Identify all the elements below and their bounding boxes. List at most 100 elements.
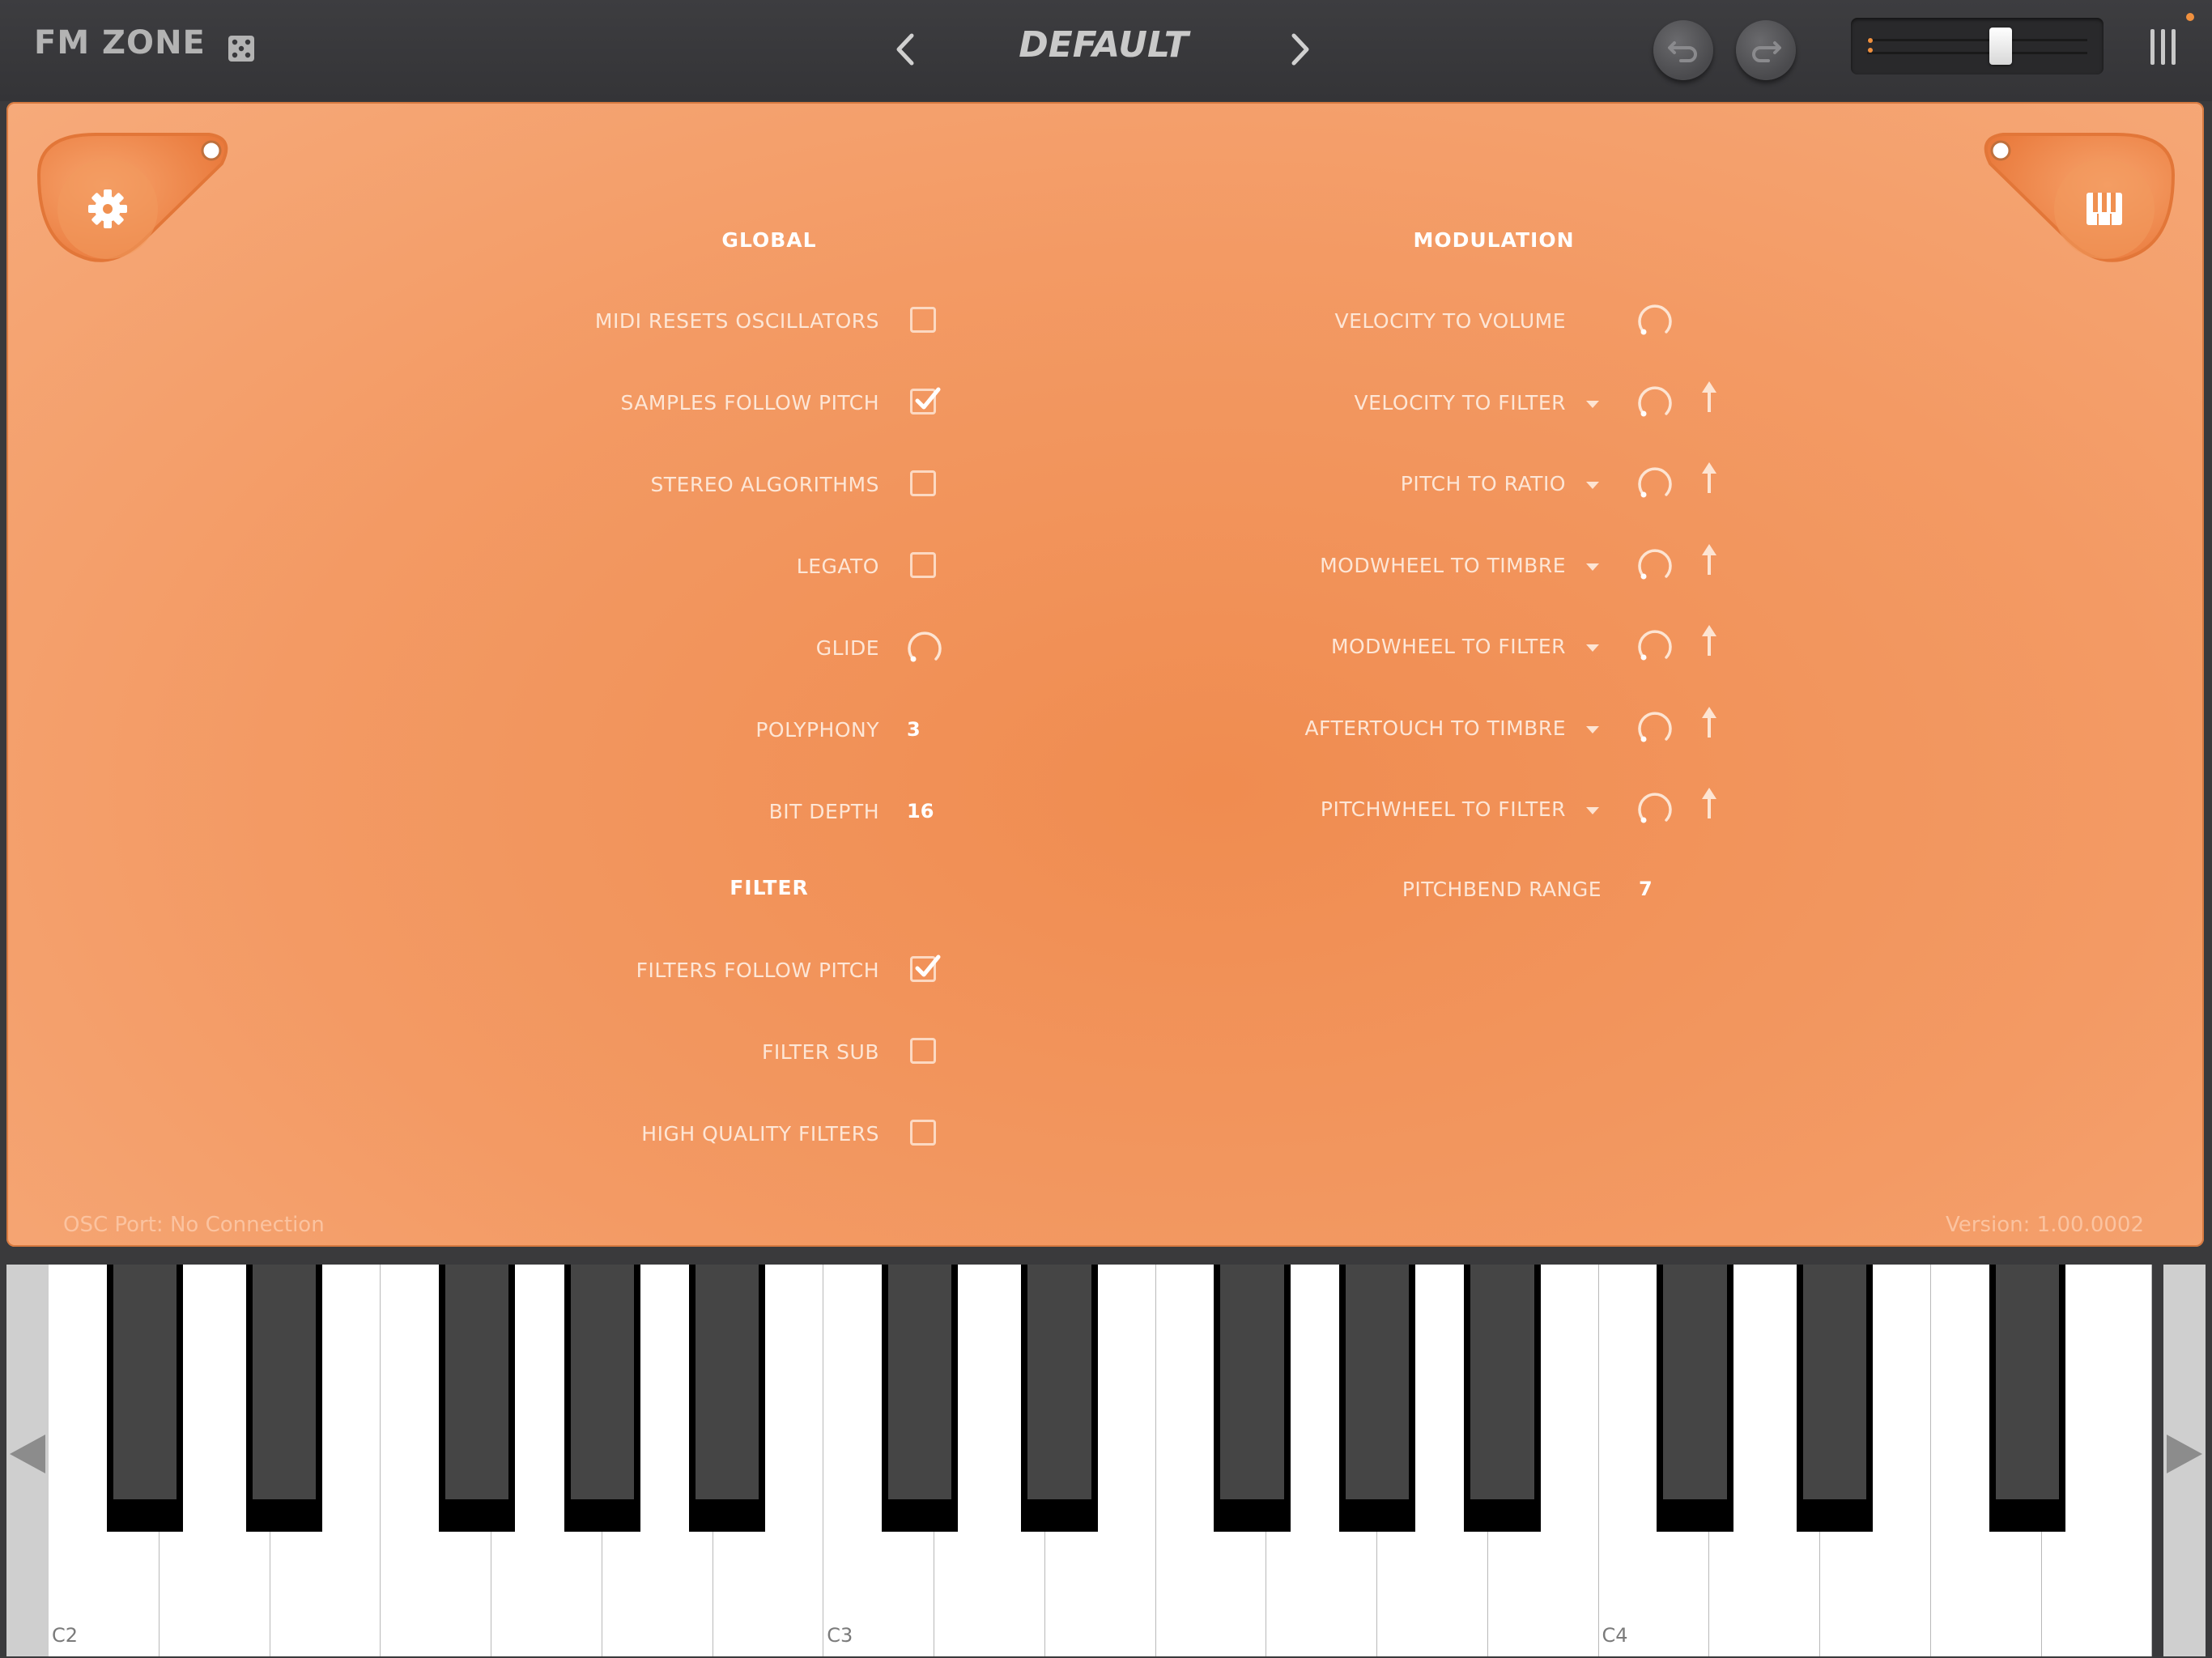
samples-follow-pitch-label: SAMPLES FOLLOW PITCH [620, 391, 879, 414]
samples-follow-pitch-checkbox[interactable] [910, 387, 941, 414]
filters-follow-pitch-checkbox[interactable] [910, 954, 941, 982]
arrow-up-icon[interactable] [1699, 705, 1719, 741]
arrow-up-icon[interactable] [1699, 461, 1719, 496]
pitchbend-range-value[interactable]: 7 [1639, 878, 1653, 900]
caret-down-icon[interactable] [1585, 562, 1601, 572]
octave-down-button[interactable] [6, 1265, 49, 1656]
black-key[interactable] [439, 1265, 516, 1532]
black-key-cap [570, 1265, 634, 1499]
volume-thumb[interactable] [1989, 28, 2013, 65]
notification-dot [2186, 13, 2194, 21]
black-key-cap [1802, 1265, 1867, 1499]
aftertouch-to-timbre-knob[interactable] [1634, 707, 1676, 749]
caret-down-icon[interactable] [1585, 806, 1601, 815]
caret-down-icon[interactable] [1585, 480, 1601, 490]
arrow-up-icon[interactable] [1699, 623, 1719, 659]
level-meter-icon [1868, 38, 1873, 53]
high-quality-filters-checkbox[interactable] [910, 1120, 936, 1146]
arrow-up-icon[interactable] [1699, 380, 1719, 415]
corner-indicator [1990, 140, 2011, 161]
black-key[interactable] [1214, 1265, 1291, 1532]
caret-down-icon[interactable] [1585, 643, 1601, 653]
volume-track [1867, 39, 2087, 41]
piano-icon [2087, 193, 2122, 225]
modulation-section-title: MODULATION [1413, 228, 1575, 252]
velocity-to-filter-knob[interactable] [1634, 381, 1676, 423]
velocity-to-volume-knob[interactable] [1634, 300, 1676, 342]
modwheel-to-filter-knob[interactable] [1634, 625, 1676, 667]
bit-depth-value[interactable]: 16 [907, 800, 934, 823]
octave-label: C2 [52, 1624, 79, 1647]
global-section-title: GLOBAL [721, 228, 817, 252]
gear-icon [88, 189, 127, 228]
black-key[interactable] [564, 1265, 640, 1532]
pitch-to-ratio-knob[interactable] [1634, 462, 1676, 504]
filter-sub-checkbox[interactable] [910, 1038, 936, 1064]
checkmark-icon [915, 387, 941, 410]
black-key-cap [113, 1265, 177, 1499]
high-quality-filters-label: HIGH QUALITY FILTERS [641, 1122, 879, 1146]
black-key-cap [445, 1265, 509, 1499]
black-key[interactable] [1021, 1265, 1098, 1532]
volume-slider[interactable] [1851, 18, 2104, 74]
caret-down-icon[interactable] [1585, 725, 1601, 734]
keyboard-corner-button[interactable] [1971, 118, 2189, 272]
black-key[interactable] [246, 1265, 323, 1532]
black-key[interactable] [882, 1265, 959, 1532]
modwheel-to-filter-label: MODWHEEL TO FILTER [1330, 635, 1566, 658]
undo-icon [1668, 41, 1697, 62]
black-key-cap [253, 1265, 317, 1499]
settings-panel: GLOBAL MIDI RESETS OSCILLATORS SAMPLES FO… [6, 102, 2204, 1247]
black-key[interactable] [1989, 1265, 2065, 1532]
polyphony-label: POLYPHONY [755, 718, 879, 742]
black-key-cap [696, 1265, 759, 1499]
osc-port-status: OSC Port: No Connection [63, 1213, 325, 1237]
arrow-up-icon[interactable] [1699, 542, 1719, 578]
caret-down-icon[interactable] [1585, 399, 1601, 409]
polyphony-value[interactable]: 3 [907, 718, 921, 741]
redo-icon [1752, 41, 1781, 62]
aftertouch-to-timbre-label: AFTERTOUCH TO TIMBRE [1304, 716, 1566, 740]
app-title: FM ZONE [34, 24, 206, 62]
arrow-up-icon[interactable] [1699, 786, 1719, 822]
black-key[interactable] [1338, 1265, 1416, 1532]
black-key[interactable] [1796, 1265, 1874, 1532]
piano-keyboard: C2 C3 C4 [0, 1253, 2212, 1658]
black-key-cap [888, 1265, 952, 1499]
black-key[interactable] [1464, 1265, 1541, 1532]
bit-depth-label: BIT DEPTH [768, 800, 879, 823]
triangle-right-icon [2167, 1435, 2202, 1473]
chevron-left-icon[interactable] [889, 29, 921, 70]
top-bar: FM ZONE DEFAULT [0, 0, 2212, 101]
legato-checkbox[interactable] [910, 552, 936, 578]
glide-label: GLIDE [815, 636, 879, 660]
keys: C2 C3 C4 [49, 1265, 2163, 1656]
octave-label: C3 [827, 1624, 853, 1647]
black-key-cap [1995, 1265, 2059, 1499]
legato-label: LEGATO [796, 555, 879, 578]
modwheel-to-timbre-knob[interactable] [1634, 544, 1676, 586]
menu-icon[interactable] [2147, 28, 2180, 66]
pitchwheel-to-filter-knob[interactable] [1634, 788, 1676, 830]
dice-icon[interactable] [227, 34, 256, 63]
velocity-to-volume-label: VELOCITY TO VOLUME [1334, 309, 1566, 333]
corner-indicator [201, 140, 222, 161]
midi-resets-oscillators-label: MIDI RESETS OSCILLATORS [594, 309, 879, 333]
settings-corner-button[interactable] [23, 118, 241, 272]
octave-up-button[interactable] [2163, 1265, 2206, 1656]
triangle-left-icon [10, 1435, 45, 1473]
stereo-algorithms-checkbox[interactable] [910, 470, 936, 496]
chevron-right-icon[interactable] [1284, 29, 1317, 70]
preset-name[interactable]: DEFAULT [942, 24, 1266, 66]
glide-knob[interactable] [904, 627, 946, 669]
black-key[interactable] [106, 1265, 184, 1532]
pitchbend-range-label: PITCHBEND RANGE [1402, 878, 1602, 901]
checkmark-icon [915, 954, 941, 977]
midi-resets-oscillators-checkbox[interactable] [910, 307, 936, 333]
redo-button[interactable] [1736, 20, 1796, 80]
black-key[interactable] [689, 1265, 766, 1532]
volume-track [1867, 52, 2087, 54]
black-key-cap [1663, 1265, 1727, 1499]
black-key[interactable] [1657, 1265, 1733, 1532]
undo-button[interactable] [1653, 20, 1713, 80]
